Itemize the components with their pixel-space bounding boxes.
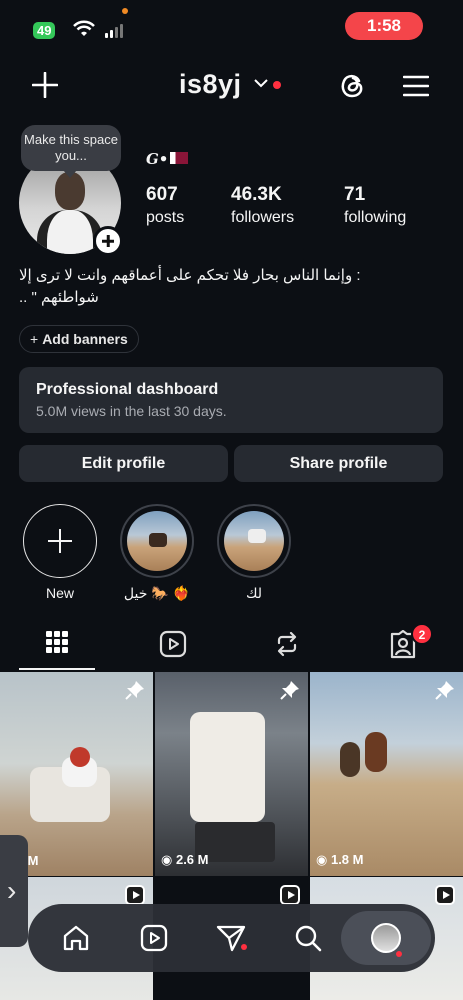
dashboard-title: Professional dashboard [36,381,219,398]
grid-post[interactable]: ◉ 2.6 M [155,672,308,876]
dashboard-subtitle: 5.0M views in the last 30 days. [36,403,227,419]
home-icon[interactable] [62,924,90,952]
create-plus-icon[interactable] [32,72,58,98]
reels-tab-icon[interactable] [159,630,187,658]
share-profile-button[interactable]: Share profile [234,445,443,482]
tagged-count-badge: 2 [411,623,433,645]
username-switcher[interactable]: is8yj [179,69,242,100]
highlight-item[interactable]: لك [216,504,292,602]
profile-tab[interactable] [341,911,431,965]
notification-dot [273,81,281,89]
side-drawer-handle[interactable]: › [0,835,28,947]
professional-dashboard[interactable]: Professional dashboard 5.0M views in the… [19,367,443,433]
bottom-tab-bar [28,904,435,972]
stat-posts-label: posts [146,209,185,226]
highlight-item[interactable]: خيل 🐎 ❤️‍🔥 [119,504,195,602]
clock: 1:58 [345,12,423,40]
note-bubble-text: Make this space you... [24,132,118,163]
plus-icon: + [30,331,39,347]
stat-following-label: following [344,209,407,226]
stat-followers-label: followers [231,209,295,226]
profile-tab-avatar [371,923,401,953]
privacy-indicator [122,8,128,14]
view-count: ◉ 1.8 M [316,852,364,867]
pin-icon [125,681,144,700]
grid-tab-icon[interactable] [45,630,69,654]
profile-notification-dot [396,951,402,957]
reel-icon [435,885,455,905]
profile-top-nav: is8yj [0,64,463,108]
add-banners-label: Add banners [42,331,128,347]
cellular-signal-icon [105,22,123,38]
stat-following-count: 71 [344,184,366,205]
reel-icon [125,885,145,905]
stat-followers-count: 46.3K [231,184,282,205]
add-story-plus-icon[interactable] [93,226,123,256]
battery-indicator: 49 [33,22,56,39]
menu-hamburger-icon[interactable] [403,75,429,97]
stat-followers[interactable]: 46.3K followers [231,184,294,227]
stat-following[interactable]: 71 following [344,184,406,227]
profile-display-name: G• [146,150,169,168]
chevron-down-icon[interactable] [254,78,268,88]
wifi-icon [73,20,95,36]
highlight-label: New [45,585,74,601]
grid-post[interactable]: ◉ 1.8 M [310,672,463,876]
qatar-flag-icon [170,152,188,164]
edit-profile-button[interactable]: Edit profile [19,445,228,482]
threads-icon[interactable] [338,70,366,100]
messages-notification-dot [241,944,247,950]
status-bar: 49 1:58 [0,0,463,54]
reel-icon [280,885,300,905]
highlight-label: خيل 🐎 ❤️‍🔥 [123,585,191,601]
profile-bio: : وإنما الناس بحار فلا تحكم على أعماقهم … [19,267,361,306]
chevron-right-icon: › [7,875,17,906]
view-count: ◉ 2.6 M [161,852,209,867]
battery-level: 49 [37,23,52,38]
stat-posts[interactable]: 607 posts [146,184,184,227]
active-tab-indicator [19,668,95,670]
reels-icon[interactable] [140,924,168,952]
pin-icon [435,681,454,700]
add-banners-button[interactable]: + Add banners [19,325,139,353]
stat-posts-count: 607 [146,184,178,205]
highlight-label: لك [245,585,263,601]
content-tabs: 2 [0,622,463,672]
pin-icon [280,681,299,700]
new-highlight-plus-icon [23,504,97,578]
highlight-new[interactable]: New [22,504,98,601]
reposts-tab-icon[interactable] [273,630,301,658]
search-icon[interactable] [294,924,322,952]
note-bubble[interactable]: Make this space you... [21,125,121,178]
